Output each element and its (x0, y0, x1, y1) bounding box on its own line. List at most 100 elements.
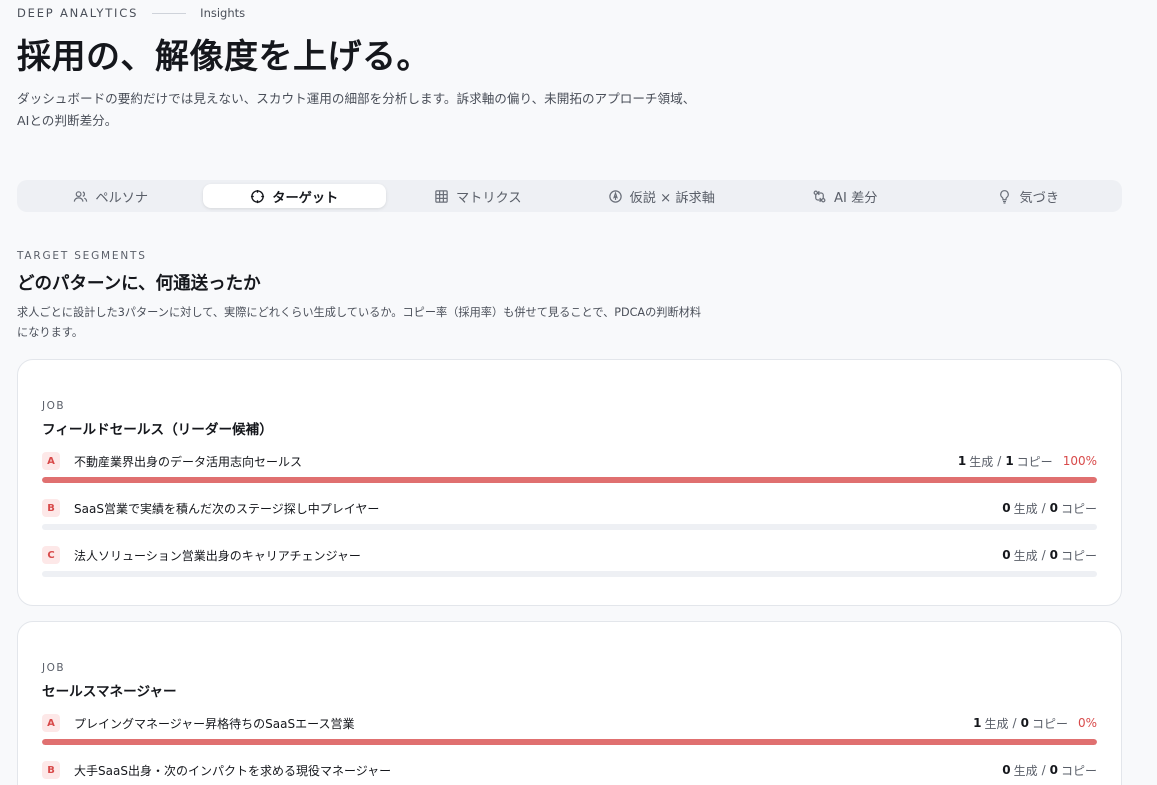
tab-label: ターゲット (272, 190, 339, 206)
tab-bar: ペルソナ ターゲット マトリクス 仮説 × 訴求軸 AI 差分 気づき (17, 180, 1122, 212)
breadcrumb: DEEP ANALYTICS Insights (17, 0, 1122, 26)
pattern-info: B 大手SaaS出身・次のインパクトを求める現役マネージャー (42, 761, 391, 779)
copy-rate: 100% (1062, 454, 1097, 468)
pattern-label: 法人ソリューション営業出身のキャリアチェンジャー (74, 548, 361, 563)
brand-label: DEEP ANALYTICS (17, 6, 139, 20)
job-eyebrow: JOB (42, 400, 66, 412)
generated-count: 0 (1002, 501, 1011, 515)
section-description: 求人ごとに設計した3パターンに対して、実際にどれくらい生成しているか。コピー率（… (17, 306, 702, 339)
pattern-badge: A (42, 452, 60, 470)
pattern-header: B 大手SaaS出身・次のインパクトを求める現役マネージャー 0 生成/0 コピー (42, 759, 1097, 781)
tab-insights[interactable]: 気づき (937, 184, 1121, 208)
tab-label: AI 差分 (834, 190, 878, 206)
pattern-stats: 0 生成/0 コピー (1002, 547, 1097, 564)
pattern-label: 大手SaaS出身・次のインパクトを求める現役マネージャー (74, 763, 392, 778)
job-eyebrow: JOB (42, 662, 66, 674)
generated-label: 生成 (1013, 501, 1038, 516)
tab-label: マトリクス (455, 190, 522, 206)
copied-count: 0 (1049, 501, 1058, 515)
tab-matrix[interactable]: マトリクス (386, 184, 570, 208)
stats-separator: / (1041, 763, 1046, 777)
progress-fill (42, 477, 1097, 483)
section-eyebrow: TARGET SEGMENTS (17, 250, 147, 262)
pattern-stats: 1 生成/1 コピー 100% (958, 453, 1097, 470)
stats-separator: / (1012, 716, 1017, 730)
pattern-badge: B (42, 499, 60, 517)
page-description: ダッシュボードの要約だけでは見えない、スカウト運用の細部を分析します。訴求軸の偏… (17, 91, 696, 128)
lightbulb-icon (997, 189, 1012, 204)
generated-count: 1 (957, 454, 967, 468)
page-title: 採用の、解像度を上げる。 (17, 37, 431, 77)
pattern-row: B SaaS営業で実績を積んだ次のステージ探し中プレイヤー 0 生成/0 コピー (42, 497, 1097, 530)
breadcrumb-current[interactable]: Insights (200, 6, 245, 20)
pattern-badge: C (42, 546, 60, 564)
job-card: JOB セールスマネージャー A プレイングマネージャー昇格待ちのSaaSエース営業 1… (17, 621, 1122, 785)
progress-track (42, 571, 1097, 577)
tab-label: 仮説 × 訴求軸 (629, 190, 715, 206)
job-title: セールスマネージャー (42, 684, 177, 700)
pattern-label: 不動産業界出身のデータ活用志向セールス (74, 454, 303, 469)
generated-count: 1 (973, 716, 982, 730)
pattern-header: B SaaS営業で実績を積んだ次のステージ探し中プレイヤー 0 生成/0 コピー (42, 497, 1097, 519)
copied-label: コピー (1060, 763, 1097, 778)
progress-track (42, 477, 1097, 483)
copied-label: コピー (1060, 548, 1097, 563)
pattern-header: A プレイングマネージャー昇格待ちのSaaSエース営業 1 生成/0 コピー 0% (42, 712, 1097, 734)
pattern-row: A プレイングマネージャー昇格待ちのSaaSエース営業 1 生成/0 コピー 0% (42, 712, 1097, 745)
pattern-row: A 不動産業界出身のデータ活用志向セールス 1 生成/1 コピー 100% (42, 450, 1097, 483)
pattern-badge: A (42, 714, 60, 732)
generated-count: 0 (1002, 763, 1011, 777)
progress-fill (42, 739, 1097, 745)
tab-ai-diff[interactable]: AI 差分 (753, 184, 937, 208)
diff-icon (812, 189, 827, 204)
generated-label: 生成 (969, 454, 994, 469)
pattern-label: プレイングマネージャー昇格待ちのSaaSエース営業 (74, 716, 355, 731)
progress-track (42, 524, 1097, 530)
stats-separator: / (1041, 548, 1046, 562)
pattern-list: A プレイングマネージャー昇格待ちのSaaSエース営業 1 生成/0 コピー 0% B 大手S… (42, 712, 1097, 785)
copied-count: 0 (1020, 716, 1029, 730)
grid-icon (434, 189, 449, 204)
generated-label: 生成 (1013, 548, 1038, 563)
job-title: フィールドセールス（リーダー候補） (42, 422, 273, 438)
pattern-info: C 法人ソリューション営業出身のキャリアチェンジャー (42, 546, 361, 564)
section-title: どのパターンに、何通送ったか (17, 274, 261, 294)
generated-count: 0 (1002, 548, 1011, 562)
pattern-stats: 1 生成/0 コピー 0% (973, 715, 1097, 732)
generated-label: 生成 (1013, 763, 1038, 778)
pattern-info: A プレイングマネージャー昇格待ちのSaaSエース営業 (42, 714, 355, 732)
tab-label: 気づき (1019, 190, 1060, 206)
tab-hypothesis-appeal[interactable]: 仮説 × 訴求軸 (570, 184, 754, 208)
pattern-stats: 0 生成/0 コピー (1002, 762, 1097, 779)
tab-label: ペルソナ (95, 190, 149, 206)
copied-count: 0 (1049, 548, 1058, 562)
pattern-row: C 法人ソリューション営業出身のキャリアチェンジャー 0 生成/0 コピー (42, 544, 1097, 577)
pattern-label: SaaS営業で実績を積んだ次のステージ探し中プレイヤー (74, 501, 380, 516)
pattern-header: A 不動産業界出身のデータ活用志向セールス 1 生成/1 コピー 100% (42, 450, 1097, 472)
job-list: JOB フィールドセールス（リーダー候補） A 不動産業界出身のデータ活用志向セールス… (17, 359, 1122, 785)
job-card: JOB フィールドセールス（リーダー候補） A 不動産業界出身のデータ活用志向セールス… (17, 359, 1122, 606)
pattern-info: B SaaS営業で実績を積んだ次のステージ探し中プレイヤー (42, 499, 379, 517)
copied-label: コピー (1060, 501, 1097, 516)
stats-separator: / (1041, 501, 1046, 515)
pattern-list: A 不動産業界出身のデータ活用志向セールス 1 生成/1 コピー 100% B SaaS営業で… (42, 450, 1097, 577)
tab-target[interactable]: ターゲット (202, 184, 386, 208)
compass-icon (608, 189, 623, 204)
stats-separator: / (997, 454, 1002, 468)
copy-rate: 0% (1077, 716, 1097, 730)
pattern-info: A 不動産業界出身のデータ活用志向セールス (42, 452, 302, 470)
crosshair-icon (250, 189, 265, 204)
breadcrumb-divider (152, 12, 187, 14)
pattern-header: C 法人ソリューション営業出身のキャリアチェンジャー 0 生成/0 コピー (42, 544, 1097, 566)
copied-count: 0 (1049, 763, 1058, 777)
tab-persona[interactable]: ペルソナ (19, 184, 203, 208)
copied-label: コピー (1016, 454, 1053, 469)
users-icon (73, 189, 88, 204)
progress-track (42, 739, 1097, 745)
generated-label: 生成 (984, 716, 1009, 731)
pattern-badge: B (42, 761, 60, 779)
copied-count: 1 (1005, 454, 1014, 468)
pattern-stats: 0 生成/0 コピー (1002, 500, 1097, 517)
page: DEEP ANALYTICS Insights 採用の、解像度を上げる。 ダッシ… (17, 0, 1122, 785)
copied-label: コピー (1031, 716, 1068, 731)
